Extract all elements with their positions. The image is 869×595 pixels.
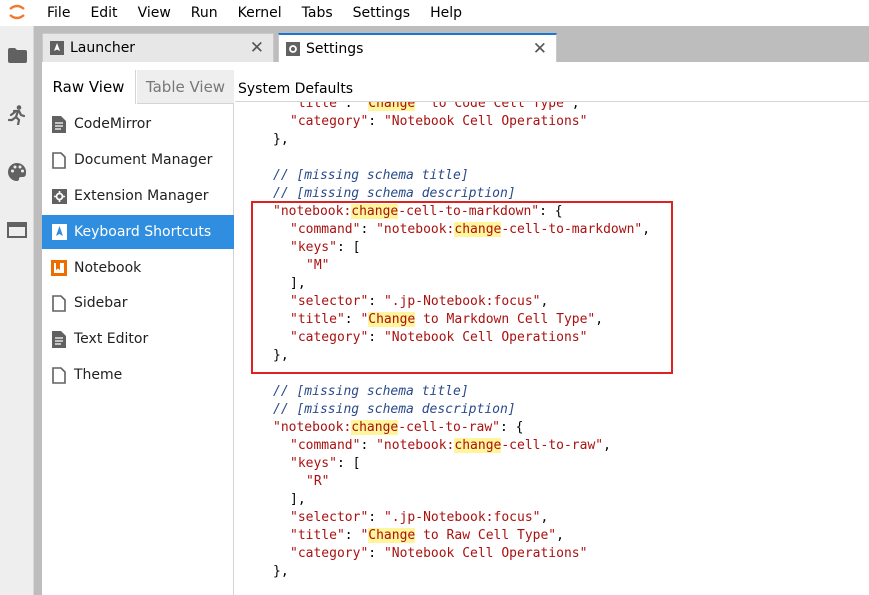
code-line: "selector": ".jp-Notebook:focus",	[290, 510, 549, 525]
menu-view[interactable]: View	[138, 5, 171, 21]
folder-icon[interactable]	[6, 44, 28, 66]
plugin-label: Extension Manager	[74, 188, 209, 204]
plugin-label: Text Editor	[74, 331, 149, 347]
gear-icon	[286, 41, 300, 56]
plugin-label: Keyboard Shortcuts	[74, 224, 212, 240]
close-icon[interactable]: ✕	[533, 39, 547, 59]
code-line: "notebook:change-cell-to-markdown": {	[273, 204, 563, 219]
code-comment: // [missing schema title]	[273, 168, 469, 183]
code-line: "keys": [	[290, 240, 361, 255]
menu-file[interactable]: File	[47, 5, 70, 21]
settings-editor: Raw View Table View CodeMirror Document …	[42, 62, 869, 595]
plugin-list: Raw View Table View CodeMirror Document …	[42, 70, 234, 595]
system-defaults-label: System Defaults	[238, 81, 354, 97]
plugin-label: Document Manager	[74, 152, 213, 168]
plugin-item-text-editor[interactable]: Text Editor	[42, 322, 234, 356]
code-line: },	[273, 132, 289, 147]
tab-table-view[interactable]: Table View	[137, 70, 234, 104]
menu-help[interactable]: Help	[430, 5, 462, 21]
plugin-label: Notebook	[74, 260, 142, 276]
tab-label: Launcher	[70, 40, 136, 56]
code-line: "command": "notebook:change-cell-to-raw"…	[290, 438, 611, 453]
menu-edit[interactable]: Edit	[90, 5, 117, 21]
code-line: },	[273, 564, 289, 579]
plugin-item-document-manager[interactable]: Document Manager	[42, 143, 234, 177]
tab-label: Settings	[306, 40, 364, 57]
plugin-item-sidebar[interactable]: Sidebar	[42, 286, 234, 320]
view-tabs: Raw View Table View	[42, 70, 234, 104]
document-icon	[51, 330, 67, 348]
code-line: "category": "Notebook Cell Operations"	[290, 114, 588, 129]
code-line: "M"	[306, 258, 330, 273]
code-line: "category": "Notebook Cell Operations"	[290, 330, 588, 345]
menu-list: File Edit View Run Kernel Tabs Settings …	[47, 0, 482, 26]
code-line: },	[273, 348, 289, 363]
menu-bar: File Edit View Run Kernel Tabs Settings …	[0, 0, 869, 26]
tab-launcher[interactable]: Launcher ✕	[42, 33, 274, 62]
launcher-icon	[50, 41, 64, 55]
editor-header: System Defaults	[235, 70, 869, 102]
code-line: ],	[290, 492, 306, 507]
plugin-label: CodeMirror	[74, 116, 152, 132]
plugin-label: Sidebar	[74, 295, 128, 311]
tab-settings[interactable]: Settings ✕	[278, 33, 557, 62]
menu-run[interactable]: Run	[191, 5, 218, 21]
palette-icon[interactable]	[6, 161, 28, 183]
activity-bar	[0, 26, 34, 595]
notebook-icon	[51, 259, 67, 277]
plugin-item-notebook[interactable]: Notebook	[42, 251, 234, 285]
code-line: "command": "notebook:change-cell-to-mark…	[290, 222, 651, 237]
menu-settings[interactable]: Settings	[353, 5, 410, 21]
menu-kernel[interactable]: Kernel	[238, 5, 282, 21]
code-comment: // [missing schema title]	[273, 384, 469, 399]
file-outline-icon	[51, 294, 67, 312]
plugin-item-keyboard-shortcuts[interactable]: Keyboard Shortcuts	[42, 215, 234, 249]
code-line: "category": "Notebook Cell Operations"	[290, 546, 588, 561]
plugin-item-extension-manager[interactable]: Extension Manager	[42, 179, 234, 213]
tab-raw-view[interactable]: Raw View	[42, 70, 136, 104]
code-line: "title": "Change to Markdown Cell Type",	[290, 312, 604, 327]
running-icon[interactable]	[6, 104, 28, 126]
code-line: "notebook:change-cell-to-raw": {	[273, 420, 524, 435]
launcher-icon	[51, 223, 67, 241]
jupyter-logo-icon	[9, 4, 25, 20]
code-line: "R"	[306, 474, 330, 489]
code-comment: // [missing schema description]	[273, 186, 516, 201]
code-editor[interactable]: "title": "Change" to Code Cell Type", "c…	[235, 102, 869, 595]
code-line: "title": "Change to Raw Cell Type",	[290, 528, 564, 543]
tabs-icon[interactable]	[6, 219, 28, 241]
file-outline-icon	[51, 151, 67, 169]
menu-tabs[interactable]: Tabs	[302, 5, 333, 21]
code-line: "selector": ".jp-Notebook:focus",	[290, 294, 549, 309]
code-line: "keys": [	[290, 456, 361, 471]
code-line: "title": "Change" to Code Cell Type",	[290, 102, 580, 113]
plugin-item-codemirror[interactable]: CodeMirror	[42, 107, 234, 141]
close-icon[interactable]: ✕	[250, 38, 264, 58]
puzzle-gear-icon	[51, 187, 67, 205]
document-icon	[51, 115, 67, 133]
tab-bar: Launcher ✕ Settings ✕	[42, 33, 869, 62]
plugin-label: Theme	[74, 367, 123, 383]
plugin-item-theme[interactable]: Theme	[42, 358, 234, 392]
code-comment: // [missing schema description]	[273, 402, 516, 417]
file-outline-icon	[51, 366, 67, 384]
code-line: ],	[290, 276, 306, 291]
